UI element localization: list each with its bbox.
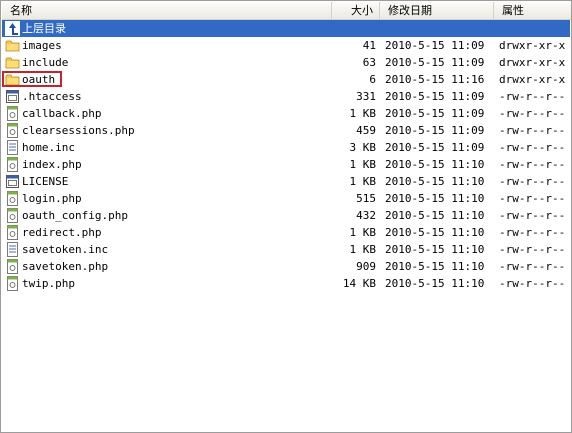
file-list-panel: 名称 大小 修改日期 属性 上层目录 images 41 2010-5-15 11:…	[0, 0, 572, 433]
file-name: include	[22, 56, 69, 69]
file-size: 6	[369, 73, 376, 86]
file-date: 2010-5-15 11:09	[385, 107, 485, 120]
file-name: twip.php	[22, 277, 75, 290]
file-attributes: drwxr-xr-x	[499, 56, 566, 69]
file-row[interactable]: LICENSE 1 KB 2010-5-15 11:10 -rw-r--r--	[2, 173, 570, 190]
file-name: images	[22, 39, 62, 52]
file-attributes: drwxr-xr-x	[499, 39, 566, 52]
file-date: 2010-5-15 11:10	[385, 175, 485, 188]
file-row[interactable]: oauth_config.php 432 2010-5-15 11:10 -rw-r-…	[2, 207, 570, 224]
php-file-icon	[5, 191, 20, 206]
file-date: 2010-5-15 11:10	[385, 243, 485, 256]
file-date: 2010-5-15 11:10	[385, 158, 485, 171]
text-file-icon	[5, 242, 20, 257]
column-header-date[interactable]: 修改日期	[380, 2, 494, 19]
file-attributes: -rw-r--r--	[499, 226, 566, 239]
php-file-icon	[5, 259, 20, 274]
file-row[interactable]: oauth 6 2010-5-15 11:16 drwxr-xr-x	[2, 71, 570, 88]
file-row[interactable]: home.inc 3 KB 2010-5-15 11:09 -rw-r--r--	[2, 139, 570, 156]
file-size: 3 KB	[349, 141, 377, 154]
file-name: savetoken.inc	[22, 243, 109, 256]
file-name: oauth_config.php	[22, 209, 128, 222]
file-name: callback.php	[22, 107, 102, 120]
file-date: 2010-5-15 11:10	[385, 209, 485, 222]
file-size: 909	[356, 260, 376, 273]
file-date: 2010-5-15 11:09	[385, 39, 485, 52]
file-size: 515	[356, 192, 376, 205]
php-file-icon	[5, 123, 20, 138]
file-size: 1 KB	[349, 226, 377, 239]
text-file-icon	[5, 140, 20, 155]
file-attributes: -rw-r--r--	[499, 158, 566, 171]
file-name: home.inc	[22, 141, 75, 154]
file-attributes: -rw-r--r--	[499, 243, 566, 256]
file-attributes: -rw-r--r--	[499, 124, 566, 137]
file-attributes: -rw-r--r--	[499, 192, 566, 205]
php-file-icon	[5, 276, 20, 291]
file-size: 432	[356, 209, 376, 222]
file-row[interactable]: twip.php 14 KB 2010-5-15 11:10 -rw-r--r--	[2, 275, 570, 292]
file-date: 2010-5-15 11:10	[385, 277, 485, 290]
file-date: 2010-5-15 11:09	[385, 56, 485, 69]
column-header-attributes[interactable]: 属性	[494, 2, 571, 19]
file-date: 2010-5-15 11:16	[385, 73, 485, 86]
file-attributes: -rw-r--r--	[499, 141, 566, 154]
php-file-icon	[5, 106, 20, 121]
selection-highlight-box	[2, 71, 62, 87]
file-date: 2010-5-15 11:10	[385, 260, 485, 273]
file-row[interactable]: redirect.php 1 KB 2010-5-15 11:10 -rw-r--r-…	[2, 224, 570, 241]
file-row[interactable]: include 63 2010-5-15 11:09 drwxr-xr-x	[2, 54, 570, 71]
file-attributes: -rw-r--r--	[499, 107, 566, 120]
column-header-size[interactable]: 大小	[332, 2, 380, 19]
file-row[interactable]: login.php 515 2010-5-15 11:10 -rw-r--r--	[2, 190, 570, 207]
file-date: 2010-5-15 11:10	[385, 226, 485, 239]
file-attributes: -rw-r--r--	[499, 277, 566, 290]
file-name: clearsessions.php	[22, 124, 135, 137]
file-row[interactable]: savetoken.php 909 2010-5-15 11:10 -rw-r--r-…	[2, 258, 570, 275]
file-name: savetoken.php	[22, 260, 109, 273]
file-row[interactable]: .htaccess 331 2010-5-15 11:09 -rw-r--r--	[2, 88, 570, 105]
file-row[interactable]: images 41 2010-5-15 11:09 drwxr-xr-x	[2, 37, 570, 54]
parent-directory-icon	[5, 21, 20, 36]
file-name: index.php	[22, 158, 82, 171]
file-date: 2010-5-15 11:09	[385, 141, 485, 154]
column-header-name[interactable]: 名称	[2, 2, 332, 19]
file-size: 459	[356, 124, 376, 137]
column-header: 名称 大小 修改日期 属性	[2, 2, 571, 20]
file-attributes: -rw-r--r--	[499, 90, 566, 103]
file-row[interactable]: callback.php 1 KB 2010-5-15 11:09 -rw-r--r-…	[2, 105, 570, 122]
file-name: LICENSE	[22, 175, 69, 188]
file-date: 2010-5-15 11:09	[385, 90, 485, 103]
config-file-icon	[5, 174, 20, 189]
file-attributes: -rw-r--r--	[499, 260, 566, 273]
file-size: 14 KB	[342, 277, 376, 290]
file-attributes: -rw-r--r--	[499, 175, 566, 188]
file-name: login.php	[22, 192, 82, 205]
file-size: 1 KB	[349, 107, 377, 120]
file-name: .htaccess	[22, 90, 82, 103]
file-attributes: drwxr-xr-x	[499, 73, 566, 86]
file-size: 41	[362, 39, 376, 52]
php-file-icon	[5, 157, 20, 172]
file-size: 1 KB	[349, 158, 377, 171]
parent-directory-row[interactable]: 上层目录	[2, 20, 570, 37]
folder-icon	[5, 55, 20, 70]
file-row[interactable]: clearsessions.php 459 2010-5-15 11:09 -rw-r…	[2, 122, 570, 139]
file-attributes: -rw-r--r--	[499, 209, 566, 222]
file-size: 1 KB	[349, 243, 377, 256]
file-name: redirect.php	[22, 226, 102, 239]
file-size: 63	[362, 56, 376, 69]
config-file-icon	[5, 89, 20, 104]
folder-icon	[5, 38, 20, 53]
file-date: 2010-5-15 11:10	[385, 192, 485, 205]
file-row[interactable]: savetoken.inc 1 KB 2010-5-15 11:10 -rw-r--r…	[2, 241, 570, 258]
file-size: 331	[356, 90, 376, 103]
parent-directory-label: 上层目录	[22, 22, 66, 35]
file-date: 2010-5-15 11:09	[385, 124, 485, 137]
php-file-icon	[5, 208, 20, 223]
php-file-icon	[5, 225, 20, 240]
file-row[interactable]: index.php 1 KB 2010-5-15 11:10 -rw-r--r--	[2, 156, 570, 173]
file-size: 1 KB	[349, 175, 377, 188]
